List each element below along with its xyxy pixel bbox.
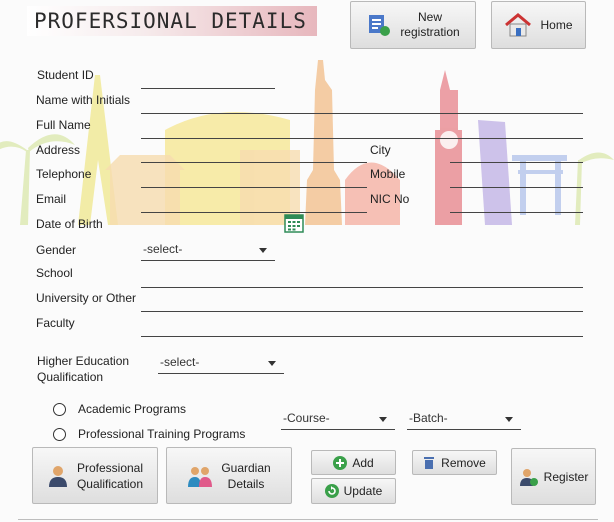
city-label: City — [370, 143, 391, 157]
dob-label: Date of Birth — [36, 217, 103, 231]
chevron-down-icon — [505, 417, 513, 422]
academic-programs-label: Academic Programs — [78, 402, 187, 416]
skyline-background-illustration — [0, 60, 614, 225]
telephone-label: Telephone — [36, 167, 92, 181]
name-initials-label: Name with Initials — [36, 93, 131, 107]
chevron-down-icon — [259, 248, 267, 253]
user-icon — [48, 465, 67, 487]
school-label: School — [36, 266, 73, 280]
higher-education-select-value: -select- — [160, 355, 200, 369]
home-label: Home — [540, 18, 573, 32]
course-select[interactable]: -Course- — [281, 408, 395, 430]
faculty-label: Faculty — [36, 316, 75, 330]
gender-label: Gender — [36, 243, 77, 257]
gender-select-value: -select- — [143, 242, 183, 256]
professional-qualification-label: Professional Qualification — [76, 460, 144, 491]
document-add-icon — [369, 15, 391, 36]
university-field[interactable] — [141, 311, 583, 312]
gender-select[interactable]: -select- — [141, 239, 275, 261]
family-icon — [188, 466, 213, 487]
higher-education-select[interactable]: -select- — [158, 352, 284, 374]
professional-training-radio[interactable] — [53, 428, 66, 441]
guardian-details-button[interactable]: Guardian Details — [166, 447, 292, 504]
address-field[interactable] — [141, 162, 367, 163]
telephone-field[interactable] — [141, 187, 367, 188]
batch-select-value: -Batch- — [409, 411, 448, 425]
calendar-icon[interactable] — [284, 213, 304, 233]
student-id-label: Student ID — [37, 68, 94, 82]
city-field[interactable] — [450, 162, 583, 163]
academic-programs-radio[interactable] — [53, 403, 66, 416]
home-button[interactable]: Home — [491, 1, 586, 49]
refresh-icon — [324, 484, 339, 498]
course-select-value: -Course- — [283, 411, 330, 425]
faculty-field[interactable] — [141, 336, 583, 337]
plus-icon — [333, 455, 348, 470]
bottom-divider — [18, 519, 598, 520]
email-field[interactable] — [141, 212, 367, 213]
batch-select[interactable]: -Batch- — [407, 408, 521, 430]
nic-label: NIC No — [370, 192, 410, 206]
full-name-label: Full Name — [36, 118, 91, 132]
mobile-field[interactable] — [450, 187, 583, 188]
new-registration-label: New registration — [400, 10, 460, 39]
guardian-details-label: Guardian Details — [221, 460, 271, 491]
address-label: Address — [36, 143, 81, 157]
professional-training-label: Professional Training Programs — [78, 427, 246, 441]
email-label: Email — [36, 192, 67, 206]
remove-button[interactable]: Remove — [412, 450, 497, 475]
chevron-down-icon — [268, 361, 276, 366]
register-button[interactable]: Register — [511, 448, 596, 505]
higher-education-label: Higher Education Qualification — [37, 354, 130, 384]
add-button[interactable]: Add — [311, 450, 396, 475]
new-registration-button[interactable]: New registration — [350, 1, 476, 49]
nic-field[interactable] — [450, 212, 583, 213]
add-label: Add — [352, 455, 374, 470]
register-label: Register — [543, 469, 589, 484]
student-id-field[interactable] — [141, 88, 275, 89]
full-name-field[interactable] — [141, 138, 583, 139]
register-user-icon — [519, 468, 538, 486]
update-label: Update — [343, 484, 383, 498]
trash-icon — [424, 457, 435, 469]
update-button[interactable]: Update — [311, 478, 396, 504]
university-label: University or Other — [36, 291, 137, 305]
home-icon — [505, 13, 532, 37]
page-title: PROFERSIONAL DETAILS — [27, 6, 317, 36]
professional-qualification-button[interactable]: Professional Qualification — [32, 447, 158, 504]
school-field[interactable] — [141, 287, 583, 288]
chevron-down-icon — [379, 417, 387, 422]
name-initials-field[interactable] — [141, 113, 583, 114]
remove-label: Remove — [441, 455, 486, 470]
mobile-label: Mobile — [370, 167, 406, 181]
